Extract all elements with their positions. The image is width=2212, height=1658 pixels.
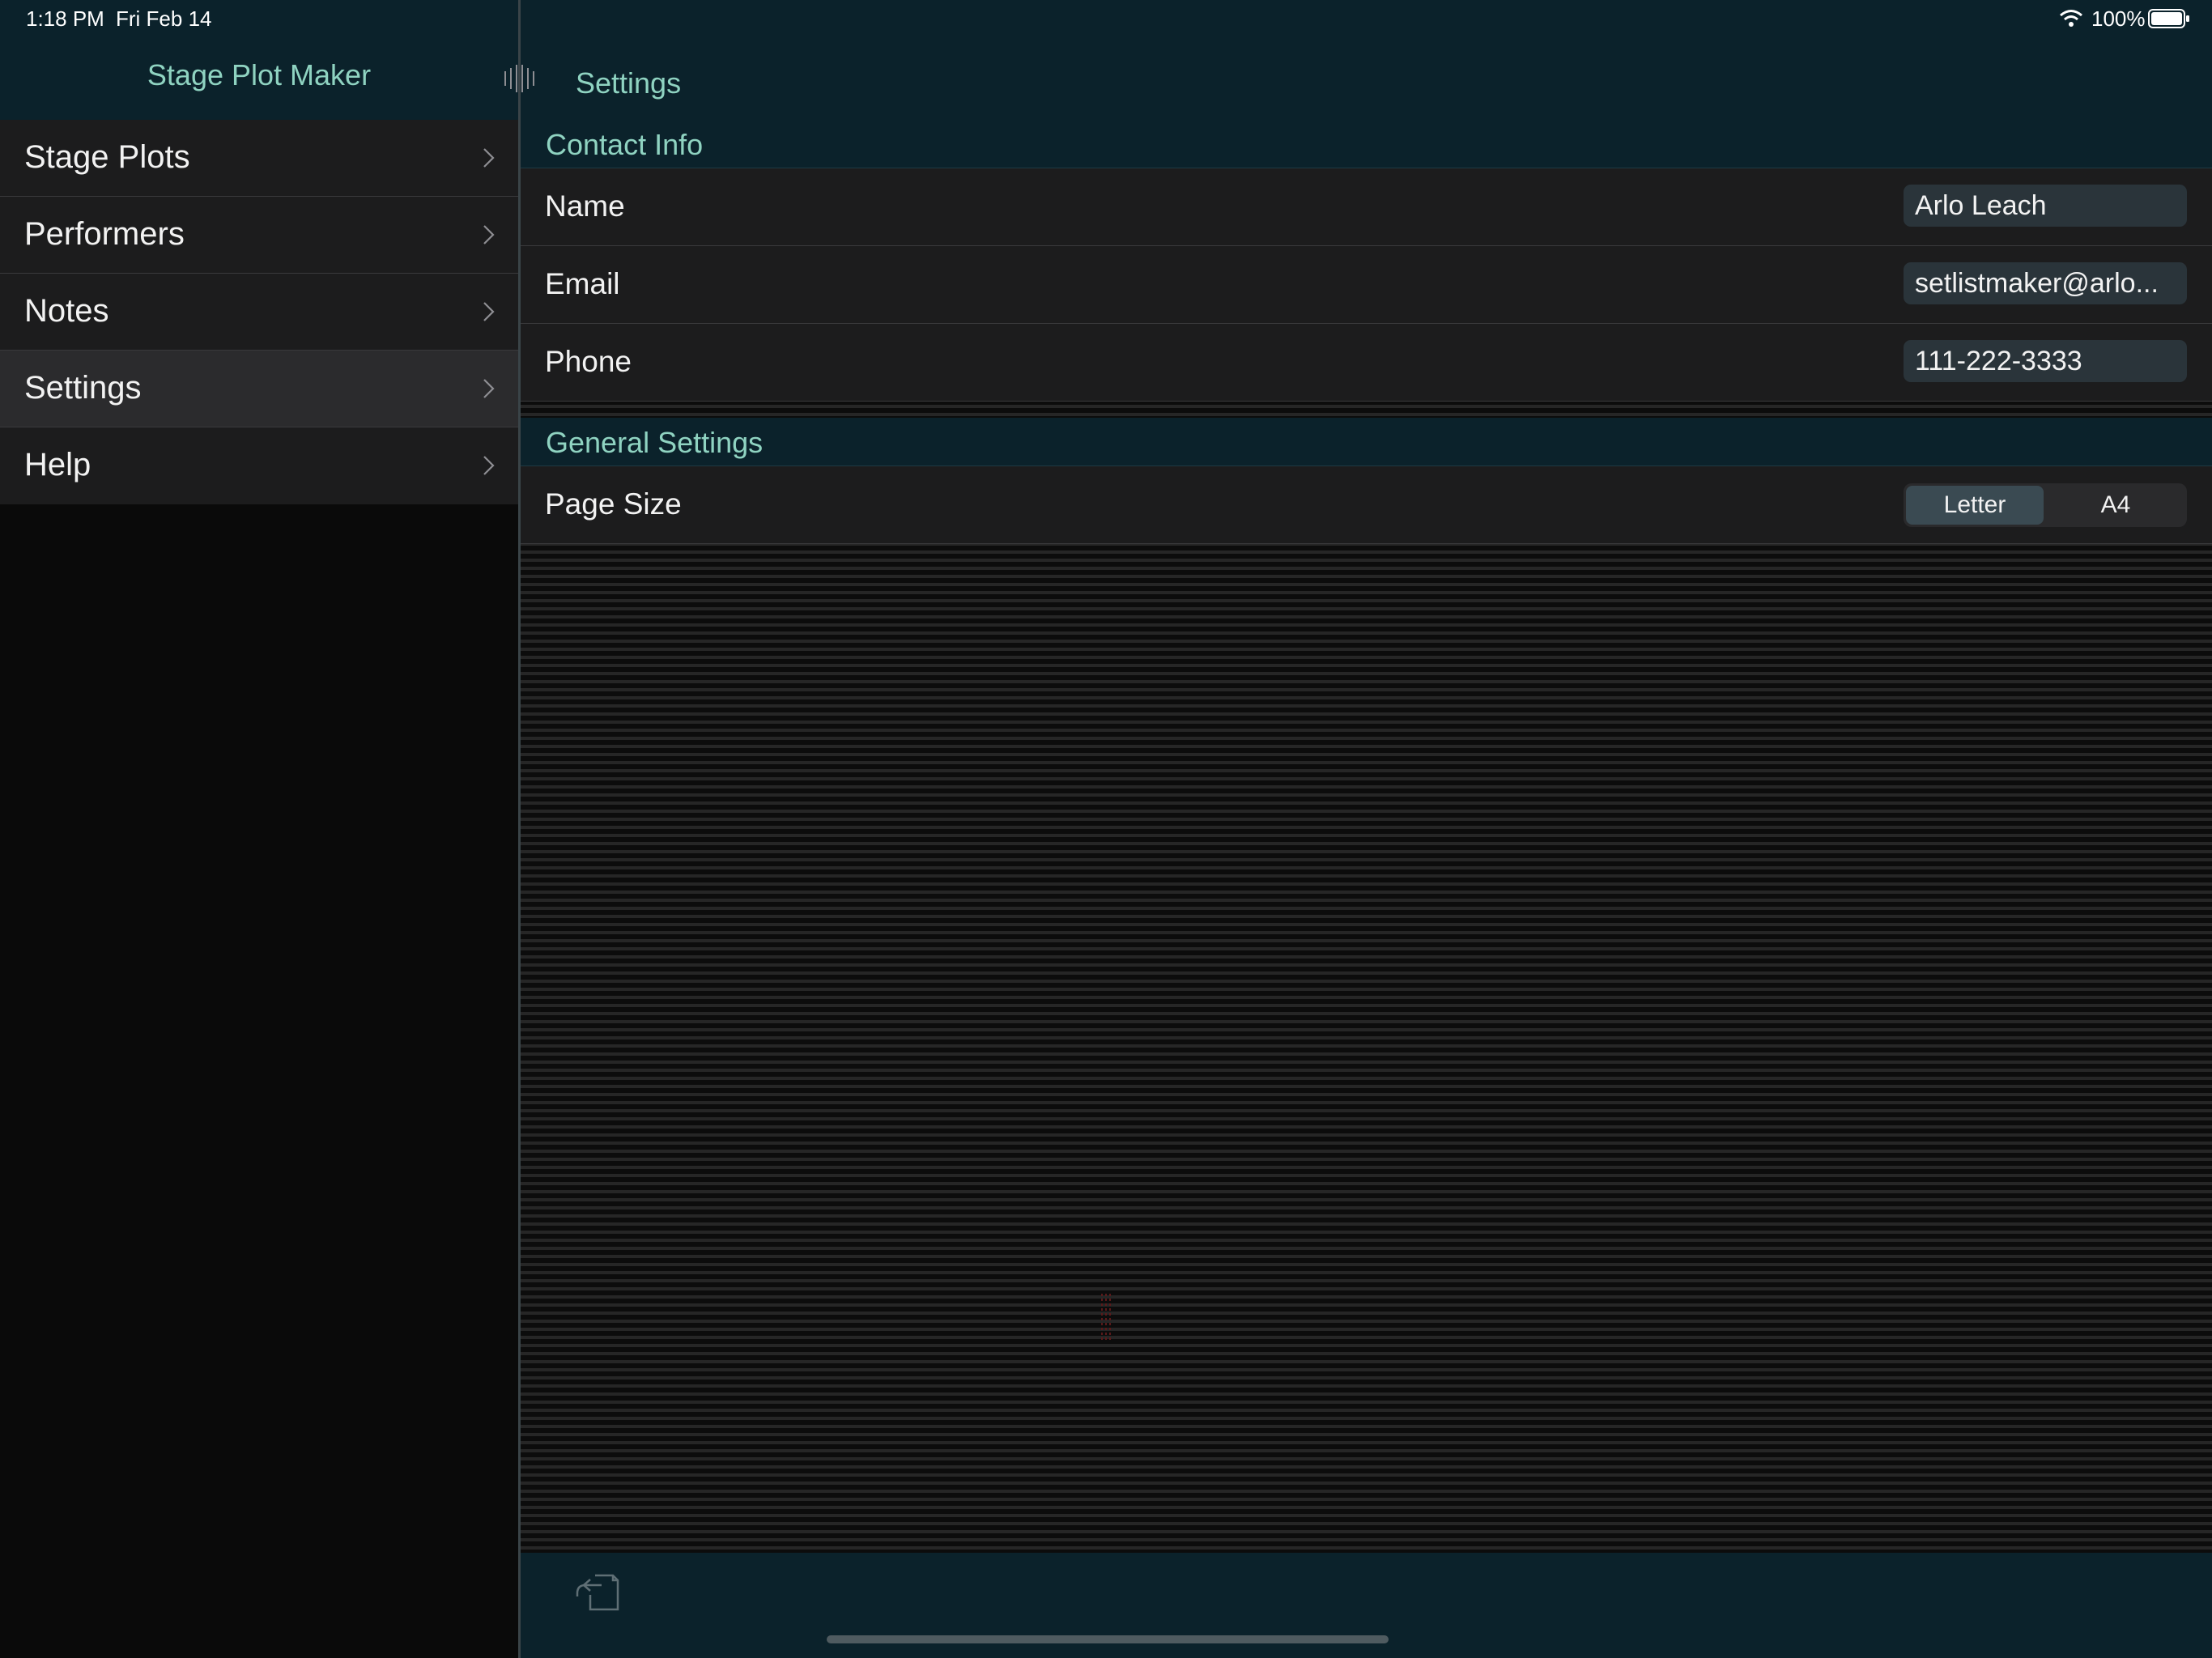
phone-label: Phone [545,345,632,378]
sidebar-item-settings[interactable]: Settings [0,351,518,427]
form-row-email: Email [521,246,2212,324]
sidebar-header: 1:18 PM Fri Feb 14 Stage Plot Maker [0,0,518,120]
page-size-label: Page Size [545,487,682,521]
wifi-icon [2060,10,2082,27]
sidebar: 1:18 PM Fri Feb 14 Stage Plot Maker Stag… [0,0,518,1658]
sidebar-item-notes[interactable]: Notes [0,274,518,351]
form-row-name: Name [521,168,2212,246]
phone-field[interactable] [1904,340,2187,382]
sidebar-item-help[interactable]: Help [0,427,518,504]
sidebar-item-label: Notes [24,293,109,329]
home-indicator[interactable] [827,1635,1389,1643]
chevron-right-icon [483,302,495,321]
sidebar-item-label: Stage Plots [24,139,190,175]
detail-pane: 100% Settings Contact Info Name Email Ph… [521,0,2212,1658]
sidebar-title: Stage Plot Maker [147,58,372,91]
section-header-general-settings: General Settings [521,418,2212,466]
email-field[interactable] [1904,262,2187,304]
battery-percentage: 100% [2091,6,2146,31]
name-label: Name [545,189,625,223]
status-date: Fri Feb 14 [116,6,212,31]
split-view-handle-icon[interactable] [500,65,538,92]
form-row-phone: Phone [521,324,2212,402]
segment-letter[interactable]: Letter [1906,486,2044,525]
section-header-label: General Settings [546,426,764,459]
app-window: 1:18 PM Fri Feb 14 Stage Plot Maker Stag… [0,0,2212,1658]
section-header-contact-info: Contact Info [521,120,2212,168]
share-icon[interactable] [572,1569,624,1614]
drag-marker-icon [1101,1294,1111,1342]
sidebar-item-stage-plots[interactable]: Stage Plots [0,120,518,197]
sidebar-item-label: Help [24,447,91,483]
email-label: Email [545,267,620,300]
segment-a4[interactable]: A4 [2047,486,2184,525]
sidebar-item-label: Settings [24,370,142,406]
chevron-right-icon [483,225,495,244]
battery-icon [2148,9,2189,28]
chevron-right-icon [483,456,495,475]
name-field[interactable] [1904,185,2187,227]
chevron-right-icon [483,148,495,168]
sidebar-item-performers[interactable]: Performers [0,197,518,274]
chevron-right-icon [483,379,495,398]
bottom-toolbar [521,1553,2212,1658]
page-title: Settings [576,66,682,100]
form-row-page-size: Page Size Letter A4 [521,466,2212,544]
section-header-label: Contact Info [546,128,704,161]
sidebar-menu: Stage Plots Performers Notes Settings He… [0,120,518,504]
detail-nav-bar: 100% Settings [521,0,2212,120]
status-time: 1:18 PM [26,6,104,31]
page-size-segmented-control: Letter A4 [1904,483,2187,527]
sidebar-item-label: Performers [24,216,185,252]
